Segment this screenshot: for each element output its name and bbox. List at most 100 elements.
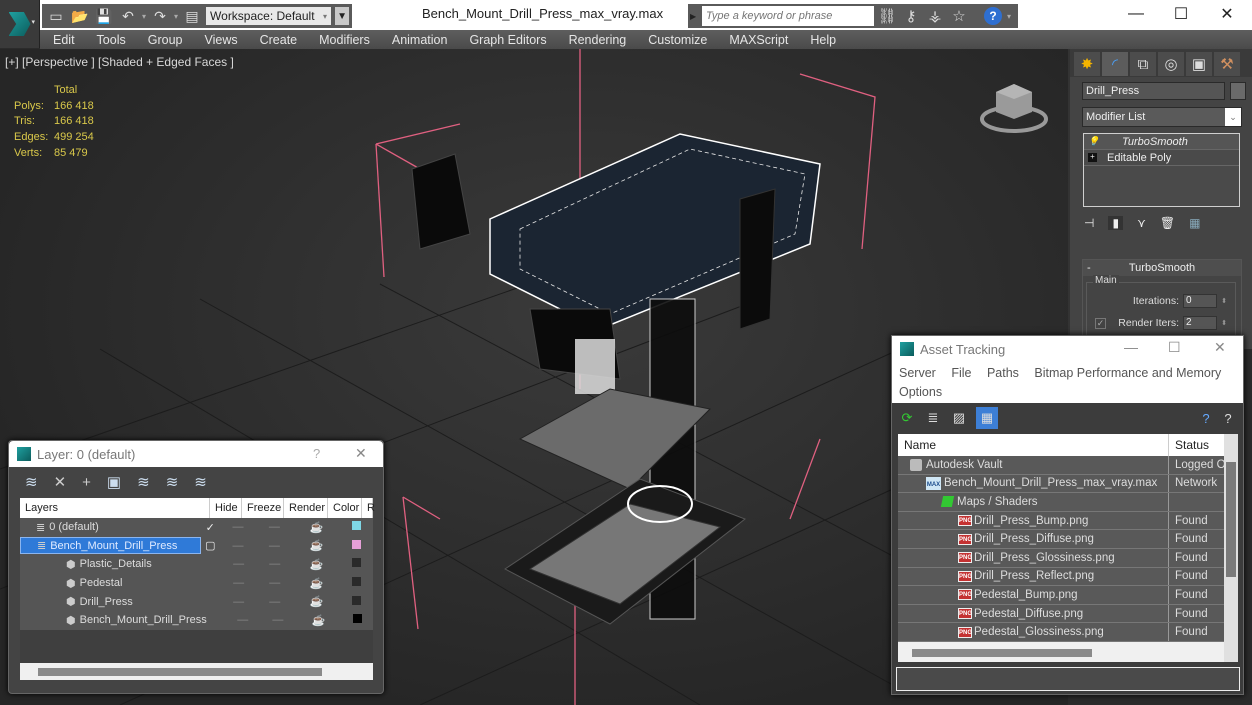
menu-customize[interactable]: Customize xyxy=(648,33,707,47)
layer-color-swatch[interactable] xyxy=(352,558,362,568)
maximize-button[interactable]: ☐ xyxy=(1158,0,1204,28)
render-teapot-icon[interactable]: ☕ xyxy=(295,614,341,627)
hierarchy-tab-icon[interactable]: ⧉ xyxy=(1130,52,1156,76)
help-dropdown-icon[interactable]: ▾ xyxy=(1007,12,1011,21)
help-icon[interactable]: ? xyxy=(984,7,1002,25)
select-objects-icon[interactable]: ▣ xyxy=(107,473,121,491)
layer-name-cell[interactable]: ⬢ Drill_Press xyxy=(20,593,201,610)
active-layer-indicator[interactable]: ▢ xyxy=(201,539,220,552)
object-color-swatch[interactable] xyxy=(1230,82,1246,100)
whats-this-icon[interactable]: ? xyxy=(1219,409,1237,427)
expand-search-icon[interactable]: ▶ xyxy=(690,12,700,21)
layer-row[interactable]: ⬢ Pedestal — — ☕ xyxy=(20,573,373,593)
active-layer-indicator[interactable]: ✓ xyxy=(201,521,220,534)
render-iters-checkbox[interactable]: ✓ xyxy=(1095,318,1106,329)
viewport-label[interactable]: [+] [Perspective ] [Shaded + Edged Faces… xyxy=(5,55,234,69)
color-cell[interactable] xyxy=(341,558,373,570)
new-file-icon[interactable]: ▭ xyxy=(46,7,66,25)
render-teapot-icon[interactable]: ☕ xyxy=(293,577,341,590)
redo-icon[interactable]: ↷ xyxy=(150,7,170,25)
menu-bitmap-performance[interactable]: Bitmap Performance and Memory xyxy=(1034,366,1221,380)
create-layer-icon[interactable]: ≋ xyxy=(25,473,38,491)
render-teapot-icon[interactable]: ☕ xyxy=(293,539,341,552)
table-row[interactable]: PNG Pedestal_Glossiness.png Found xyxy=(898,623,1224,642)
menu-group[interactable]: Group xyxy=(148,33,183,47)
menu-file[interactable]: File xyxy=(951,366,971,380)
display-tab-icon[interactable]: ▣ xyxy=(1186,52,1212,76)
layer-row[interactable]: ⬢ Drill_Press — — ☕ xyxy=(20,592,373,611)
star-icon[interactable]: ☆ xyxy=(948,6,970,26)
layer-color-swatch[interactable] xyxy=(352,614,362,624)
utilities-tab-icon[interactable]: ⚒ xyxy=(1214,52,1240,76)
layer-name-cell[interactable]: ≣ 0 (default) xyxy=(20,519,201,536)
layer-color-swatch[interactable] xyxy=(352,595,362,605)
hide-toggle[interactable]: — xyxy=(220,558,256,570)
binoculars-icon[interactable]: ⛓ xyxy=(876,6,898,26)
freeze-toggle[interactable]: — xyxy=(256,521,292,533)
motion-tab-icon[interactable]: ◎ xyxy=(1158,52,1184,76)
menu-edit[interactable]: Edit xyxy=(53,33,75,47)
menu-server[interactable]: Server xyxy=(899,366,936,380)
delete-layer-icon[interactable]: ✕ xyxy=(54,473,67,491)
hide-toggle[interactable]: — xyxy=(220,577,256,589)
render-teapot-icon[interactable]: ☕ xyxy=(293,595,341,608)
color-cell[interactable] xyxy=(341,595,373,608)
object-name-field[interactable]: Drill_Press xyxy=(1082,82,1225,100)
menu-rendering[interactable]: Rendering xyxy=(569,33,627,47)
undo-icon[interactable]: ↶ xyxy=(118,7,138,25)
minimize-button[interactable]: — xyxy=(1124,339,1138,355)
app-menu-button[interactable]: ▾ xyxy=(0,0,40,48)
layer-name-cell[interactable]: ⬢ Bench_Mount_Drill_Press xyxy=(20,612,207,629)
menu-animation[interactable]: Animation xyxy=(392,33,448,47)
maximize-button[interactable]: ☐ xyxy=(1168,339,1181,356)
layer-row[interactable]: ⬢ Bench_Mount_Drill_Press — — ☕ xyxy=(20,610,373,630)
close-button[interactable]: ✕ xyxy=(1214,339,1226,356)
pin-stack-icon[interactable]: ⊣ xyxy=(1084,216,1094,230)
freeze-toggle[interactable]: — xyxy=(257,596,293,608)
layer-color-swatch[interactable] xyxy=(352,577,362,587)
layer-row[interactable]: ≣ 0 (default) ✓ — — ☕ xyxy=(20,518,373,537)
scrollbar-thumb[interactable] xyxy=(1226,462,1236,577)
layer-color-swatch[interactable] xyxy=(352,521,362,531)
menu-options[interactable]: Options xyxy=(899,385,942,399)
list-view-icon[interactable]: ≣ xyxy=(924,409,942,427)
color-cell[interactable] xyxy=(340,521,373,533)
hide-toggle[interactable]: — xyxy=(220,540,256,552)
modifier-list-dropdown[interactable]: Modifier List ⌄ xyxy=(1082,107,1242,127)
table-row[interactable]: PNG Drill_Press_Reflect.png Found xyxy=(898,567,1224,587)
table-row[interactable]: PNG Drill_Press_Diffuse.png Found xyxy=(898,530,1224,549)
table-row[interactable]: Autodesk Vault Logged O xyxy=(898,456,1224,475)
column-render[interactable]: Render xyxy=(284,498,328,518)
show-end-result-icon[interactable]: ▮ xyxy=(1108,216,1124,230)
layer-color-swatch[interactable] xyxy=(352,539,362,549)
layer-name-cell[interactable]: ⬢ Pedestal xyxy=(20,575,201,592)
search-input[interactable] xyxy=(702,6,874,26)
color-cell[interactable] xyxy=(340,539,373,552)
color-cell[interactable] xyxy=(342,614,373,626)
color-cell[interactable] xyxy=(341,577,373,589)
workspace-dropdown[interactable]: Workspace: Default ▾ xyxy=(206,7,332,25)
refresh-icon[interactable]: ⟳ xyxy=(898,409,916,427)
viewcube[interactable] xyxy=(980,79,1050,139)
thumbnail-view-icon[interactable]: ▨ xyxy=(950,409,968,427)
select-layer-icon[interactable]: ≋ xyxy=(137,473,150,491)
freeze-toggle[interactable]: — xyxy=(260,614,295,626)
save-icon[interactable]: 💾 xyxy=(94,7,114,25)
satellite-icon[interactable]: ⚶ xyxy=(924,6,946,26)
column-hide[interactable]: Hide xyxy=(210,498,242,518)
vertical-scrollbar[interactable] xyxy=(1224,434,1238,662)
table-row[interactable]: PNG Pedestal_Bump.png Found xyxy=(898,586,1224,605)
minimize-button[interactable]: — xyxy=(1113,0,1159,28)
remove-modifier-icon[interactable]: 🗑 xyxy=(1160,216,1175,230)
make-unique-icon[interactable]: ⋎ xyxy=(1137,216,1146,230)
menu-help[interactable]: Help xyxy=(810,33,836,47)
horizontal-scrollbar[interactable] xyxy=(38,668,322,676)
table-row[interactable]: PNG Drill_Press_Bump.png Found xyxy=(898,511,1224,531)
spinner-arrows-icon[interactable]: ⬍ xyxy=(1219,319,1229,327)
close-button[interactable]: ✕ xyxy=(355,445,367,462)
spinner-arrows-icon[interactable]: ⬍ xyxy=(1219,297,1229,305)
freeze-toggle[interactable]: — xyxy=(257,558,293,570)
close-button[interactable]: ✕ xyxy=(1204,0,1250,28)
iterations-spinner[interactable]: 0 xyxy=(1183,294,1217,308)
stack-item-turbosmooth[interactable]: 💡 TurboSmooth xyxy=(1084,134,1239,150)
